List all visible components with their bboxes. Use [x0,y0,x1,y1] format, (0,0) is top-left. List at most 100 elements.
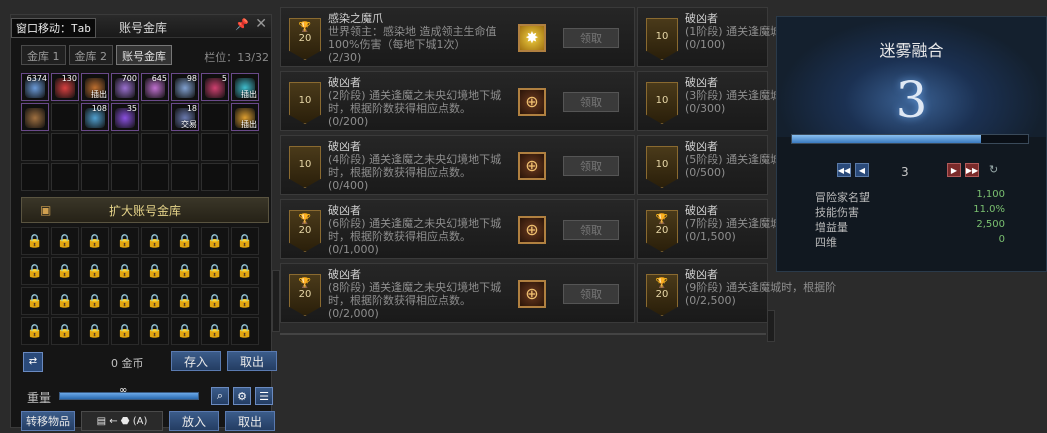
storage-slot[interactable] [81,133,109,161]
storage-slot[interactable] [21,163,49,191]
storage-slot[interactable] [21,103,49,131]
fusion-stat-row: 冒险家名望 1,100 [815,189,1005,204]
storage-slot[interactable]: 6374 [21,73,49,101]
achievement-desc: (2阶段) 通关逢魔之未央幻境地下城时，根据阶数获得相应点数。 [328,89,502,115]
take-out-button[interactable]: 取出 [225,411,275,431]
lock-icon: 🔒 [171,317,199,345]
claim-button[interactable]: 领取 [563,92,619,112]
achievement-text: 破凶者 (4阶段) 通关逢魔之未央幻境地下城时，根据阶数获得相应点数。 (0/400… [328,140,506,192]
item-count: 645 [151,74,167,83]
stat-value: 2,500 [976,219,1005,230]
expand-storage-label: 扩大账号金库 [108,203,181,218]
lock-icon: 🔒 [111,227,139,255]
refresh-icon[interactable]: ↻ [989,163,998,176]
list-icon[interactable]: ☰ [255,387,273,405]
storage-slot[interactable] [51,133,79,161]
achievement-progress: (0/1,000) [328,243,379,256]
claim-button[interactable]: 领取 [563,156,619,176]
lock-icon: 🔒 [111,317,139,345]
achievement-progress: (2/30) [328,51,362,64]
storage-slot[interactable]: 700 [111,73,139,101]
storage-slot[interactable]: 插出 [231,103,259,131]
achievement-title: 破凶者 [328,140,361,153]
fusion-page-number: 3 [901,165,909,179]
right-scroll-handle[interactable] [767,310,775,342]
storage-slot[interactable] [141,103,169,131]
achievement-points: 10 [298,159,312,170]
storage-slot[interactable]: 645 [141,73,169,101]
storage-slot[interactable]: 5 [201,73,229,101]
lock-icon: 🔒 [81,257,109,285]
achievement-points: 10 [655,31,669,42]
next-page-icon[interactable]: ▶ [947,163,961,177]
deposit-button[interactable]: 存入 [171,351,221,371]
trophy-icon: 🏆 [298,22,312,33]
item-tag: 插出 [91,90,107,99]
storage-slot[interactable] [81,163,109,191]
item-tag: 插出 [241,90,257,99]
storage-slot[interactable] [201,103,229,131]
window-titlebar[interactable]: 窗口移动：Tab 账号金库 📌 ✕ [11,15,271,38]
put-in-button[interactable]: 放入 [169,411,219,431]
storage-slot[interactable] [201,163,229,191]
account-storage-window: 窗口移动：Tab 账号金库 📌 ✕ 金库 1 金库 2 账号金库 栏位：13/3… [10,14,277,431]
storage-slot[interactable] [111,163,139,191]
bottom-action-row: 转移物品 ▤ ← ⬣ (A) 放入 取出 [21,411,275,433]
storage-slot[interactable] [51,103,79,131]
auto-transfer-hotkey: (A) [132,415,148,427]
last-page-icon[interactable]: ▶▶ [965,163,979,177]
fusion-stat-row: 技能伤害 11.0% [815,204,1005,219]
storage-slot[interactable]: 35 [111,103,139,131]
gear-icon[interactable]: ⚙ [233,387,251,405]
achievement-progress: (0/2,000) [328,307,379,320]
storage-slot[interactable] [141,133,169,161]
claim-button[interactable]: 领取 [563,284,619,304]
storage-slot[interactable] [201,133,229,161]
achievement-points: 20 [655,225,669,236]
transfer-items-button[interactable]: 转移物品 [21,411,75,431]
item-count: 5 [221,74,227,83]
achievement-badge: 10 [289,146,321,188]
gold-transfer-icon[interactable]: ⇄ [23,352,43,372]
storage-slot[interactable]: 插出 [231,73,259,101]
storage-slot[interactable] [231,133,259,161]
achievement-title: 感染之魔爪 [328,12,383,25]
auto-transfer-button[interactable]: ▤ ← ⬣ (A) [81,411,163,431]
tab-storage-2[interactable]: 金库 2 [68,45,113,65]
claim-button[interactable]: 领取 [563,28,619,48]
expand-storage-button[interactable]: ▣ 扩大账号金库 [21,197,269,223]
storage-slot[interactable] [141,163,169,191]
left-scroll-handle[interactable] [272,270,280,332]
achievement-desc: (8阶段) 通关逢魔之未央幻境地下城时，根据阶数获得相应点数。 [328,281,502,307]
storage-slot[interactable] [51,163,79,191]
reward-emblem-icon: ⊕ [518,216,546,244]
pin-icon[interactable]: 📌 [235,18,249,31]
tab-account-storage[interactable]: 账号金库 [116,45,172,65]
first-page-icon[interactable]: ◀◀ [837,163,851,177]
close-icon[interactable]: ✕ [255,16,267,32]
achievement-points: 20 [655,289,669,300]
achievement-text: 破凶者 (9阶段) 通关逢魔城时，根据阶 (0/2,500) [685,268,863,307]
item-count: 130 [61,74,77,83]
storage-slot[interactable]: 108 [81,103,109,131]
mist-fusion-panel: 迷雾融合 3 ◀◀ ◀ 3 ▶ ▶▶ ↻ 冒险家名望 1,100 技能伤害 11.0%… [776,16,1047,272]
prev-page-icon[interactable]: ◀ [855,163,869,177]
withdraw-button[interactable]: 取出 [227,351,277,371]
storage-slot[interactable]: 98 [171,73,199,101]
storage-slot[interactable] [171,163,199,191]
search-icon[interactable]: ⌕ [211,387,229,405]
storage-slot[interactable]: 18 交易 [171,103,199,131]
achievement-card: 10 破凶者 (2阶段) 通关逢魔之未央幻境地下城时，根据阶数获得相应点数。 (0/2… [280,71,635,131]
item-count: 108 [91,104,107,113]
storage-slot[interactable] [231,163,259,191]
storage-slot[interactable] [21,133,49,161]
item-tag: 插出 [241,120,257,129]
claim-button[interactable]: 领取 [563,220,619,240]
storage-slot[interactable]: 130 [51,73,79,101]
locked-slot-grid: 🔒 🔒 🔒 🔒 🔒 🔒 🔒 🔒 🔒 🔒 🔒 🔒 🔒 🔒 🔒 🔒 🔒 🔒 🔒 🔒 🔒 🔒 🔒 🔒 🔒 🔒 🔒 🔒 🔒 🔒 🔒 🔒 [21,227,259,345]
storage-slot[interactable]: 插出 [81,73,109,101]
tab-storage-1[interactable]: 金库 1 [21,45,66,65]
storage-slot[interactable] [111,133,139,161]
trophy-icon: 🏆 [655,278,669,289]
storage-slot[interactable] [171,133,199,161]
